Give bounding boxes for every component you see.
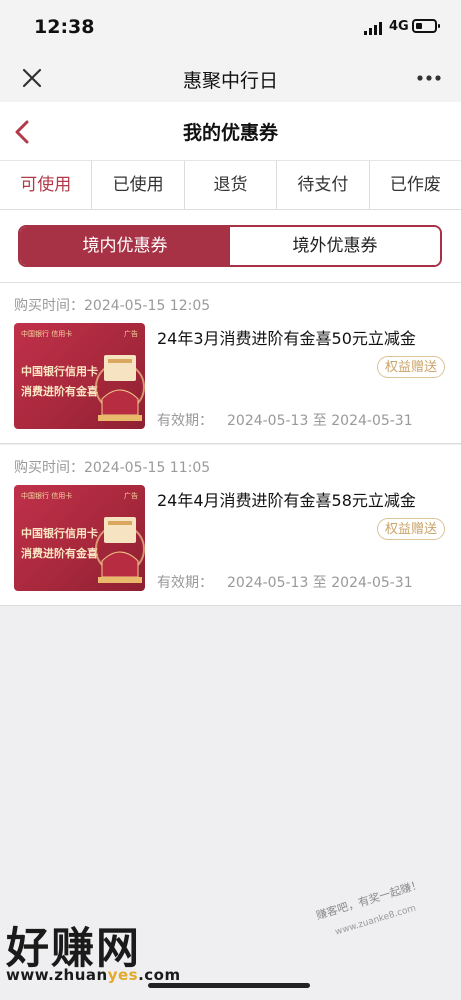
thumb-subline: 消费进阶有金喜 xyxy=(21,385,98,398)
tab-pending-payment[interactable]: 待支付 xyxy=(277,161,370,209)
gift-box-icon xyxy=(95,517,145,583)
bank-logo: 中国银行 信用卡 xyxy=(21,330,73,338)
page-header: 我的优惠券 xyxy=(0,102,461,161)
nav-title: 惠聚中行日 xyxy=(182,70,278,92)
benefit-tag: 权益赠送 xyxy=(377,356,445,378)
validity: 有效期： 2024-05-13 至 2024-05-31 xyxy=(157,575,413,591)
bank-logo: 中国银行 信用卡 xyxy=(21,492,73,500)
network-label: 4G xyxy=(389,19,409,34)
purchase-time: 购买时间：2024-05-15 12:05 xyxy=(14,298,211,314)
battery-icon xyxy=(412,19,440,33)
signal-icon xyxy=(364,21,384,35)
coupon-image: 中国银行 信用卡 广告 中国银行信用卡 消费进阶有金喜 xyxy=(14,485,145,591)
ad-label: 广告 xyxy=(124,492,138,500)
tab-usable[interactable]: 可使用 xyxy=(0,161,93,209)
segmented-control: 境内优惠券 境外优惠券 xyxy=(18,225,442,267)
thumb-headline: 中国银行信用卡 xyxy=(21,527,98,540)
coupon-card[interactable]: 购买时间：2024-05-15 12:05 中国银行 信用卡 广告 中国银行信用… xyxy=(0,283,461,444)
page-title: 我的优惠券 xyxy=(182,122,278,144)
nav-bar: 惠聚中行日 xyxy=(0,56,461,102)
watermark-url: www.zhuanyes.com xyxy=(6,966,181,984)
coupon-name: 24年4月消费进阶有金喜58元立减金 xyxy=(157,491,416,510)
overseas-coupons-button[interactable]: 境外优惠券 xyxy=(230,227,440,265)
thumb-headline: 中国银行信用卡 xyxy=(21,365,98,378)
thumb-subline: 消费进阶有金喜 xyxy=(21,547,98,560)
tab-voided[interactable]: 已作废 xyxy=(370,161,461,209)
gift-box-icon xyxy=(95,355,145,421)
validity: 有效期： 2024-05-13 至 2024-05-31 xyxy=(157,413,413,429)
tab-used[interactable]: 已使用 xyxy=(92,161,185,209)
more-icon[interactable] xyxy=(414,68,444,88)
coupon-image: 中国银行 信用卡 广告 中国银行信用卡 消费进阶有金喜 xyxy=(14,323,145,429)
tab-returned[interactable]: 退货 xyxy=(185,161,278,209)
purchase-time: 购买时间：2024-05-15 11:05 xyxy=(14,460,211,476)
domestic-coupons-button[interactable]: 境内优惠券 xyxy=(20,227,230,265)
coupon-name: 24年3月消费进阶有金喜50元立减金 xyxy=(157,329,416,348)
coupon-region-switch: 境内优惠券 境外优惠券 xyxy=(0,210,461,283)
ad-label: 广告 xyxy=(124,330,138,338)
status-bar: 12:38 4G xyxy=(0,0,461,56)
coupon-card[interactable]: 购买时间：2024-05-15 11:05 中国银行 信用卡 广告 中国银行信用… xyxy=(0,445,461,606)
home-indicator xyxy=(148,983,310,988)
status-tabs: 可使用 已使用 退货 待支付 已作废 xyxy=(0,161,461,210)
benefit-tag: 权益赠送 xyxy=(377,518,445,540)
status-time: 12:38 xyxy=(34,16,95,38)
